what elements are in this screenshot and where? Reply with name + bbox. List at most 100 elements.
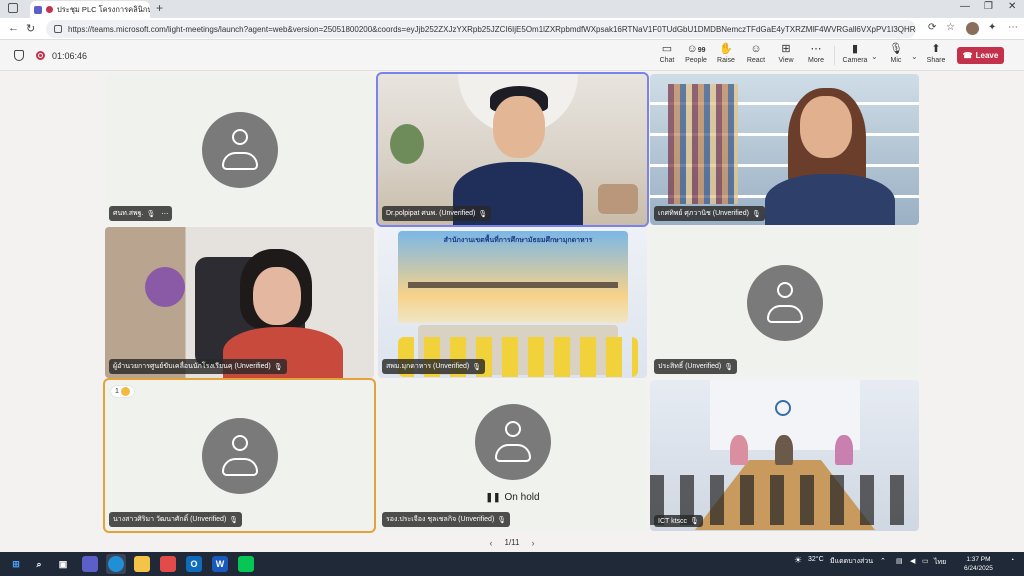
participant-tile-hand-raised[interactable]: 1 นางสาวศิริมา วัฒนาศักดิ์ (Unverified) 🎙 — [103, 378, 376, 533]
camera-off-icon: ▮ — [851, 43, 859, 55]
mic-options-chevron-icon[interactable]: ⌄ — [911, 52, 918, 61]
share-button[interactable]: ⬆ Share — [921, 43, 951, 64]
gallery-pager: ‹ 1/11 › — [0, 533, 1024, 552]
next-page-icon[interactable]: › — [531, 538, 534, 548]
participant-tile[interactable]: เกศทิพย์ ศุภวานิช (Unverified) 🎙 — [650, 74, 919, 225]
window-close-icon[interactable]: ✕ — [1008, 1, 1016, 12]
windows-taskbar: ⊞ ⌕ ▣ O W ☀ 32°C มีแดดบางส่วน ⌃ ▤ ◀ ▭ ไท… — [0, 552, 1024, 576]
camera-options-chevron-icon[interactable]: ⌄ — [871, 52, 878, 61]
reload-icon[interactable]: ↻ — [26, 22, 35, 35]
avatar-placeholder-icon — [201, 417, 278, 494]
browser-tab[interactable]: ประชุม PLC โครงการคลินิกนวัตกรรมที่... ✕ — [30, 1, 150, 18]
edge-copilot-icon[interactable]: ✦ — [988, 22, 996, 33]
battery-icon[interactable]: ▭ — [922, 557, 929, 565]
participant-name-label: ประสิทธิ์ (Unverified) 🎙 — [654, 359, 738, 374]
participant-gallery: ศนท.สพฐ. 🎙 ⋯ Dr.polpipat ศนพ. (Unverified)… — [0, 71, 1024, 533]
shield-icon[interactable] — [14, 50, 24, 61]
participant-name-label: ผู้อำนวยการศูนย์ขับเคลื่อนนักโรงเรียนคุ … — [109, 359, 287, 374]
weather-temperature[interactable]: 32°C — [808, 556, 824, 563]
edge-browser-icon[interactable] — [108, 556, 124, 572]
raised-hand-badge: 1 — [111, 386, 134, 397]
leave-button[interactable]: ☎ Leave — [957, 47, 1004, 64]
people-button[interactable]: ☺99 People — [681, 43, 711, 64]
task-view-icon[interactable]: ▣ — [55, 556, 71, 572]
back-icon[interactable]: ← — [8, 22, 19, 34]
participant-name-label: รอง.ประเจือง ชุลเชลกิจ (Unverified) 🎙 — [382, 512, 511, 527]
weather-icon: ☀ — [794, 555, 803, 565]
mic-icon: 🎙 — [690, 518, 699, 525]
teams-icon — [34, 5, 42, 14]
avatar-placeholder-icon — [746, 264, 823, 341]
mic-button[interactable]: 🎙 Mic — [881, 43, 911, 64]
favorites-icon[interactable]: ☆ — [946, 22, 955, 33]
input-language[interactable]: ไทย — [934, 557, 946, 568]
pause-icon: ❚❚ — [485, 492, 501, 502]
line-icon[interactable] — [238, 556, 254, 572]
participant-name-label: สพม.มุกดาหาร (Unverified) 🎙 — [382, 359, 486, 374]
system-clock[interactable]: 1:37 PM 6/24/2025 — [964, 555, 993, 573]
url-text: https://teams.microsoft.com/light-meetin… — [68, 24, 916, 34]
ellipsis-icon: ⋯ — [810, 43, 822, 55]
minimize-icon[interactable]: — — [960, 1, 970, 12]
meeting-timer: 01:06:46 — [52, 51, 88, 61]
site-info-icon[interactable] — [54, 25, 62, 33]
mic-icon: 🎙 — [472, 363, 482, 371]
hand-icon: ✋ — [719, 43, 733, 55]
recording-icon — [46, 6, 53, 13]
search-icon[interactable]: ⌕ — [31, 556, 47, 572]
participant-tile-on-hold[interactable]: ❚❚ On hold รอง.ประเจือง ชุลเชลกิจ (Unveri… — [378, 380, 647, 531]
network-icon[interactable]: ▤ — [896, 557, 903, 565]
maximize-icon[interactable]: ❐ — [984, 1, 993, 12]
weather-description[interactable]: มีแดดบางส่วน — [830, 556, 873, 567]
tray-chevron-icon[interactable]: ⌃ — [880, 557, 886, 565]
address-bar-row: ← ↻ https://teams.microsoft.com/light-me… — [0, 18, 1024, 40]
camera-button[interactable]: ▮ Camera — [840, 43, 870, 64]
new-tab-icon[interactable]: + — [156, 1, 163, 15]
notification-icon[interactable]: ◔ — [1010, 557, 1014, 564]
participant-video — [730, 435, 748, 465]
url-field[interactable]: https://teams.microsoft.com/light-meetin… — [46, 20, 916, 38]
participant-name-label: Dr.polpipat ศนพ. (Unverified) 🎙 — [382, 206, 492, 221]
smile-icon: ☺ — [750, 43, 762, 55]
view-button[interactable]: ⊞ View — [771, 43, 801, 64]
raised-hand-icon — [120, 387, 130, 396]
copilot-icon[interactable] — [82, 556, 98, 572]
word-icon[interactable]: W — [212, 556, 228, 572]
profile-avatar[interactable] — [966, 22, 979, 35]
organization-logo — [775, 400, 791, 416]
menu-icon[interactable]: ⋯ — [1008, 22, 1018, 33]
participant-name-label: ศนท.สพฐ. 🎙 ⋯ — [109, 206, 173, 221]
mic-muted-icon: 🎙 — [229, 516, 239, 524]
windows-start-icon[interactable]: ⊞ — [8, 556, 24, 572]
previous-page-icon[interactable]: ‹ — [490, 538, 493, 548]
toolbar-divider — [834, 46, 835, 65]
participant-tile[interactable]: ผู้อำนวยการศูนย์ขับเคลื่อนนักโรงเรียนคุ … — [105, 227, 374, 378]
people-icon: ☺99 — [686, 43, 706, 55]
tab-actions-icon[interactable] — [8, 3, 18, 13]
raise-hand-button[interactable]: ✋ Raise — [711, 43, 741, 64]
participant-tile-speaking[interactable]: Dr.polpipat ศนพ. (Unverified) 🎙 — [376, 72, 649, 227]
recording-indicator-icon — [36, 51, 45, 60]
mic-icon: 🎙 — [478, 210, 488, 218]
mic-muted-icon: 🎙 — [724, 363, 734, 371]
volume-icon[interactable]: ◀ — [910, 557, 915, 565]
participant-video — [800, 96, 852, 158]
react-button[interactable]: ☺ React — [741, 43, 771, 64]
store-icon[interactable] — [160, 556, 176, 572]
more-button[interactable]: ⋯ More — [801, 43, 831, 64]
participant-tile[interactable]: ประสิทธิ์ (Unverified) 🎙 — [650, 227, 919, 378]
chat-button[interactable]: ▭ Chat — [652, 43, 682, 64]
file-explorer-icon[interactable] — [134, 556, 150, 572]
grid-icon: ⊞ — [781, 43, 791, 55]
participant-tile[interactable]: สำนักงานเขตพื้นที่การศึกษามัธยมศึกษามุกด… — [378, 227, 647, 378]
participant-tile[interactable]: ICT ktscc 🎙 — [650, 380, 919, 531]
participant-video — [253, 267, 301, 325]
phone-hangup-icon: ☎ — [962, 51, 973, 60]
tile-more-icon[interactable]: ⋯ — [161, 210, 168, 218]
outlook-icon[interactable]: O — [186, 556, 202, 572]
participant-video — [493, 96, 545, 158]
on-hold-status: ❚❚ On hold — [485, 492, 540, 503]
refresh-icon[interactable]: ⟳ — [928, 22, 936, 33]
avatar-placeholder-icon — [201, 111, 278, 188]
participant-tile[interactable]: ศนท.สพฐ. 🎙 ⋯ — [105, 74, 374, 225]
